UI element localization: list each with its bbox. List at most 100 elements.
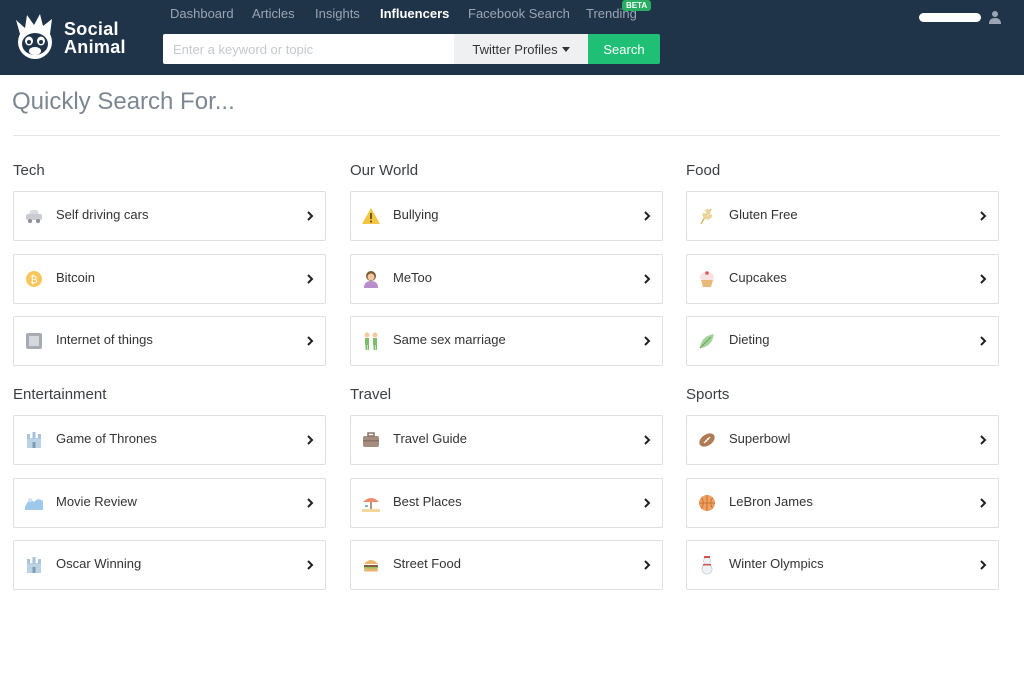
user-name-redacted [919,13,981,22]
wheat-icon [700,208,713,225]
category-title: Tech [13,162,45,179]
chevron-right-icon [307,336,314,346]
topic-label: Best Places [393,494,462,509]
topic-card-cupcakes[interactable]: Cupcakes [686,254,999,304]
topic-card-bitcoin[interactable]: ₿ Bitcoin [13,254,326,304]
basketball-icon [699,495,715,511]
topic-label: Bullying [393,207,439,222]
category-title: Food [686,162,721,179]
search-type-dropdown[interactable]: Twitter Profiles [454,34,588,64]
topic-card-same-sex-marriage[interactable]: Same sex marriage [350,316,663,366]
nav-articles[interactable]: Articles [252,6,295,21]
search-input[interactable] [163,34,454,64]
search-type-label: Twitter Profiles [472,41,558,57]
topic-card-street-food[interactable]: Street Food [350,540,663,590]
category-sports: Sports Superbowl LeBron James Winter Oly… [686,384,999,594]
topic-label: Travel Guide [393,431,467,446]
nav-facebook-search[interactable]: Facebook Search [468,6,570,21]
category-title: Sports [686,386,730,403]
category-food: Food Gluten Free Cupcakes Dieting [686,160,999,370]
brand-name[interactable]: Social Animal [64,20,126,56]
chevron-right-icon [307,211,314,221]
chevron-right-icon [644,274,651,284]
chevron-right-icon [980,435,987,445]
warning-icon [362,208,380,224]
topic-label: Movie Review [56,494,137,509]
category-our-world: Our World Bullying MeToo Same sex marria… [350,160,663,370]
top-navbar: Social Animal Dashboard Articles Insight… [0,0,1024,75]
chevron-right-icon [980,560,987,570]
topic-card-gluten-free[interactable]: Gluten Free [686,191,999,241]
topic-card-metoo[interactable]: MeToo [350,254,663,304]
cupcake-icon [700,271,714,287]
topic-card-game-of-thrones[interactable]: Game of Thrones [13,415,326,465]
chevron-right-icon [307,560,314,570]
chevron-right-icon [644,435,651,445]
topic-card-winter-olympics[interactable]: Winter Olympics [686,540,999,590]
football-icon [699,433,715,447]
search-bar: Twitter Profiles Search [163,34,660,64]
topic-label: Gluten Free [729,207,798,222]
topic-label: Same sex marriage [393,332,506,347]
castle-icon [27,432,41,448]
brand-line2: Animal [64,37,126,57]
category-title: Travel [350,386,392,403]
chevron-right-icon [644,211,651,221]
burger-icon [364,560,378,572]
device-icon [26,333,42,349]
briefcase-icon [363,432,379,447]
topic-card-dieting[interactable]: Dieting [686,316,999,366]
bitcoin-icon: ₿ [26,271,42,287]
topic-label: Cupcakes [729,270,787,285]
user-icon [989,11,1001,24]
snowman-icon [701,556,713,575]
social-animal-logo-icon[interactable] [12,12,58,62]
woman-icon [364,271,378,288]
divider [13,135,1000,136]
user-menu[interactable] [919,10,1009,26]
search-button[interactable]: Search [588,34,660,64]
leaf-icon [699,334,714,349]
topic-label: LeBron James [729,494,813,509]
category-entertainment: Entertainment Game of Thrones Movie Revi… [13,384,326,594]
nav-dashboard[interactable]: Dashboard [170,6,234,21]
caret-down-icon [561,46,570,52]
film-icon [25,498,43,510]
topic-card-movie-review[interactable]: Movie Review [13,478,326,528]
topic-label: Bitcoin [56,270,96,285]
category-title: Our World [350,162,419,179]
topic-card-bullying[interactable]: Bullying [350,191,663,241]
topic-card-lebron-james[interactable]: LeBron James [686,478,999,528]
topic-label: Oscar Winning [56,556,142,571]
chevron-right-icon [644,336,651,346]
chevron-right-icon [644,498,651,508]
castle-icon [27,557,41,573]
topic-label: Self driving cars [56,207,149,222]
topic-card-best-places[interactable]: Best Places [350,478,663,528]
topic-label: Internet of things [56,332,153,347]
svg-text:₿: ₿ [30,274,37,286]
category-title: Entertainment [13,386,107,403]
beta-badge: BETA [622,0,652,11]
couple-icon [364,332,378,350]
topic-card-travel-guide[interactable]: Travel Guide [350,415,663,465]
chevron-right-icon [980,211,987,221]
brand-line1: Social [64,19,119,39]
topic-card-oscar-winning[interactable]: Oscar Winning [13,540,326,590]
category-tech: Tech Self driving cars ₿ Bitcoin Interne… [13,160,326,370]
topic-card-superbowl[interactable]: Superbowl [686,415,999,465]
nav-insights[interactable]: Insights [315,6,360,21]
topic-label: Winter Olympics [729,556,824,571]
topic-label: Dieting [729,332,770,347]
chevron-right-icon [307,274,314,284]
topic-card-self-driving-cars[interactable]: Self driving cars [13,191,326,241]
chevron-right-icon [980,498,987,508]
chevron-right-icon [644,560,651,570]
chevron-right-icon [307,498,314,508]
topic-card-internet-of-things[interactable]: Internet of things [13,316,326,366]
nav-influencers[interactable]: Influencers [380,6,449,21]
page-title: Quickly Search For... [12,88,235,115]
car-icon [26,210,42,223]
topic-label: Street Food [393,556,461,571]
category-travel: Travel Travel Guide Best Places Street F… [350,384,663,594]
